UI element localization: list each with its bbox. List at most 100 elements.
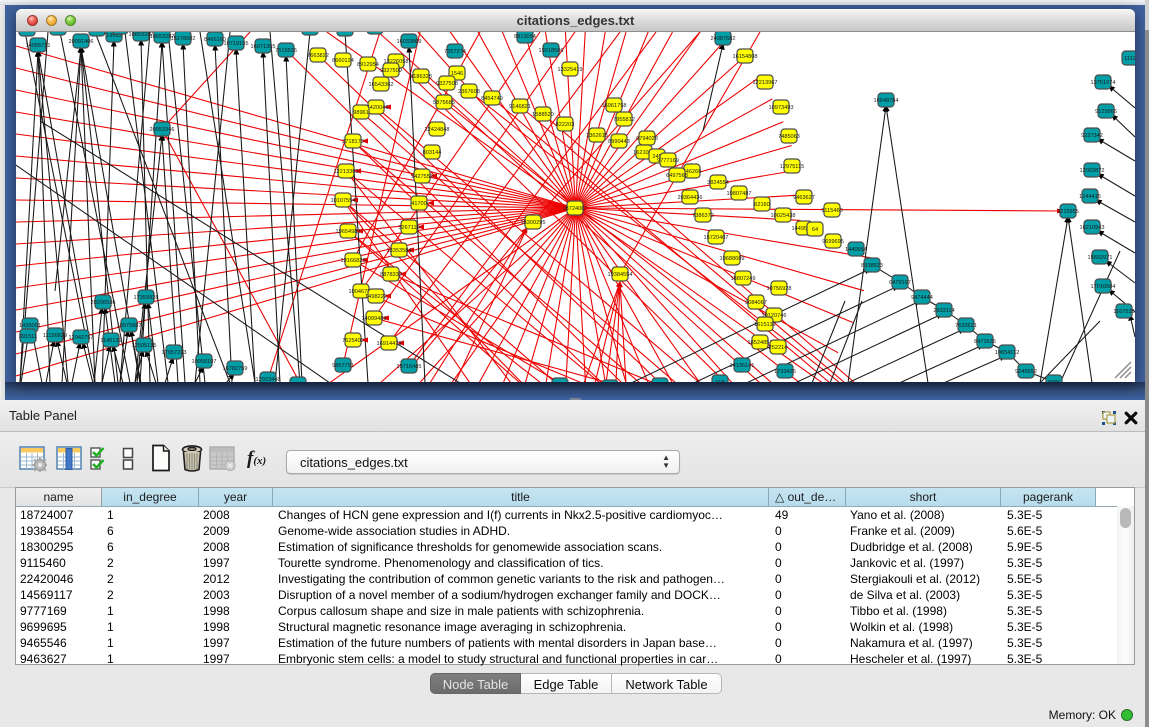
svg-text:8878332: 8878332 — [380, 272, 402, 278]
svg-text:3: 3 — [95, 32, 98, 33]
svg-text:10807487: 10807487 — [727, 191, 752, 197]
svg-text:5875685: 5875685 — [433, 100, 455, 106]
svg-text:1167533: 1167533 — [1113, 309, 1134, 315]
svg-text:7485063: 7485063 — [778, 134, 800, 140]
svg-text:7515526: 7515526 — [275, 48, 297, 54]
svg-text:1733426: 1733426 — [774, 369, 796, 375]
svg-text:822203: 822203 — [556, 122, 575, 128]
svg-text:3824554: 3824554 — [707, 180, 729, 186]
svg-text:8990443: 8990443 — [608, 139, 630, 145]
svg-text:9129966: 9129966 — [1095, 109, 1117, 115]
svg-text:10688609: 10688609 — [720, 256, 745, 262]
svg-text:7625402: 7625402 — [342, 338, 364, 344]
svg-text:9427552: 9427552 — [411, 174, 433, 180]
svg-text:10654112: 10654112 — [995, 350, 1019, 356]
svg-text:1145132: 1145132 — [100, 338, 121, 344]
svg-text:1440954: 1440954 — [845, 247, 867, 253]
svg-text:24387682: 24387682 — [711, 36, 736, 42]
svg-text:8454749: 8454749 — [481, 96, 503, 102]
svg-text:9227342: 9227342 — [1081, 133, 1103, 139]
svg-text:9245652: 9245652 — [1015, 369, 1037, 375]
svg-text:14099489: 14099489 — [362, 316, 387, 322]
svg-text:10975887: 10975887 — [117, 323, 142, 329]
svg-text:10973493: 10973493 — [769, 105, 794, 111]
svg-text:1362615: 1362615 — [586, 133, 608, 139]
svg-text:13751074: 13751074 — [1091, 80, 1116, 86]
svg-text:17016504: 17016504 — [1091, 284, 1116, 290]
svg-text:7955812: 7955812 — [613, 117, 635, 123]
svg-text:9327509: 9327509 — [380, 68, 402, 74]
svg-text:8912954: 8912954 — [357, 62, 379, 68]
svg-text:16971355: 16971355 — [251, 44, 276, 50]
svg-text:19654983: 19654983 — [336, 229, 361, 235]
svg-text:118: 118 — [716, 380, 725, 382]
svg-text:1435001: 1435001 — [19, 323, 41, 329]
svg-text:19166825: 19166825 — [341, 258, 366, 264]
svg-text:1615132: 1615132 — [754, 322, 776, 328]
svg-text:8938923: 8938923 — [861, 263, 883, 269]
svg-text:15278602: 15278602 — [171, 36, 196, 42]
svg-text:7663822: 7663822 — [307, 53, 329, 59]
svg-text:8471636: 8471636 — [974, 339, 996, 345]
svg-text:98961: 98961 — [353, 110, 369, 116]
svg-text:12213363: 12213363 — [334, 169, 359, 175]
svg-text:9327508: 9327508 — [436, 81, 458, 87]
svg-text:2933114: 2933114 — [933, 308, 954, 314]
svg-text:19218506: 19218506 — [539, 48, 564, 54]
svg-text:12213967: 12213967 — [753, 80, 778, 86]
svg-text:11156829: 11156829 — [43, 333, 67, 339]
svg-text:64: 64 — [812, 227, 818, 233]
svg-text:3215955: 3215955 — [1057, 209, 1079, 215]
svg-text:391511: 391511 — [19, 334, 37, 340]
svg-text:6: 6 — [343, 32, 346, 33]
svg-text:14136141: 14136141 — [730, 363, 755, 369]
svg-text:12923448: 12923448 — [256, 377, 281, 382]
svg-text:2367608: 2367608 — [458, 89, 480, 95]
svg-text:12975115: 12975115 — [780, 164, 804, 170]
svg-text:18300295: 18300295 — [521, 220, 546, 226]
svg-text:3267110: 3267110 — [398, 225, 419, 231]
svg-text:8813054: 8813054 — [514, 34, 536, 40]
svg-text:16210943: 16210943 — [1080, 225, 1105, 231]
svg-text:17957223: 17957223 — [162, 350, 187, 356]
svg-text:16154808: 16154808 — [733, 54, 758, 60]
svg-text:16782759: 16782759 — [223, 366, 248, 372]
svg-text:1244415: 1244415 — [1079, 194, 1101, 200]
svg-text:16961758: 16961758 — [602, 103, 627, 109]
svg-text:1: 1 — [25, 32, 28, 33]
svg-text:803144: 803144 — [423, 150, 442, 156]
svg-text:16648784: 16648784 — [874, 98, 899, 104]
svg-text:16914479: 16914479 — [377, 341, 402, 347]
svg-text:12093872: 12093872 — [1080, 168, 1105, 174]
svg-text:19756928: 19756928 — [767, 286, 792, 292]
svg-text:8660124: 8660124 — [332, 58, 354, 64]
svg-text:9699695: 9699695 — [822, 239, 844, 245]
svg-text:7357274: 7357274 — [444, 49, 466, 55]
svg-text:8186328: 8186328 — [410, 74, 432, 80]
svg-text:9084067: 9084067 — [745, 300, 767, 306]
svg-text:10025438: 10025438 — [771, 213, 796, 219]
svg-text:18807249: 18807249 — [731, 276, 756, 282]
svg-text:10107554: 10107554 — [331, 198, 356, 204]
svg-text:6479197: 6479197 — [889, 280, 911, 286]
svg-text:22424848: 22424848 — [425, 127, 450, 133]
svg-text:7386372: 7386372 — [692, 213, 714, 219]
svg-text:13325419: 13325419 — [558, 67, 583, 73]
svg-text:2718179: 2718179 — [342, 139, 364, 145]
svg-text:12942757: 12942757 — [69, 335, 94, 341]
svg-text:9857791: 9857791 — [332, 363, 354, 369]
svg-text:1112: 1112 — [1124, 56, 1135, 62]
svg-text:16543362: 16543362 — [369, 82, 394, 88]
svg-text:20206536: 20206536 — [91, 300, 116, 306]
svg-text:9474444: 9474444 — [911, 295, 933, 301]
svg-text:16033809: 16033809 — [397, 39, 422, 45]
svg-text:62160: 62160 — [754, 202, 770, 208]
svg-text:9463627: 9463627 — [793, 195, 815, 201]
svg-text:10719155: 10719155 — [224, 41, 249, 47]
svg-text:15716485: 15716485 — [397, 364, 422, 370]
svg-text:12505135: 12505135 — [132, 343, 157, 349]
svg-text:19384554: 19384554 — [608, 272, 633, 278]
svg-text:6497568: 6497568 — [666, 173, 688, 179]
svg-text:15692971: 15692971 — [1088, 255, 1113, 261]
svg-text:18724007: 18724007 — [563, 206, 588, 212]
